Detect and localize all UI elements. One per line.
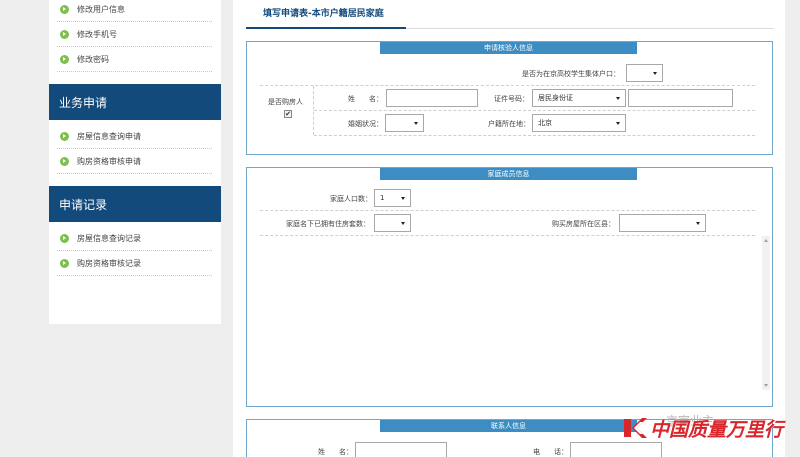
sidebar-section-heading: 业务申请 (49, 84, 221, 120)
scroll-up-icon[interactable] (764, 239, 768, 242)
sidebar-item-purchase-qualification-records[interactable]: 购房资格审核记录 (57, 251, 212, 276)
sidebar-item-edit-password[interactable]: 修改密码 (57, 47, 212, 72)
chevron-down-icon (616, 122, 620, 125)
sidebar-item-label: 修改用户信息 (77, 4, 125, 14)
marital-status-select[interactable] (385, 114, 424, 132)
owned-houses-select[interactable] (374, 214, 411, 232)
sidebar-item-label: 房屋信息查询申请 (77, 131, 141, 141)
family-population-label: 家庭人口数： (330, 195, 372, 203)
title-underline (246, 27, 406, 29)
row-divider (260, 85, 755, 86)
sidebar-item-purchase-qualification-apply[interactable]: 购房资格审核申请 (57, 149, 212, 174)
arrow-circle-icon (60, 258, 69, 268)
sidebar-item-label: 购房资格审核申请 (77, 156, 141, 166)
student-hukou-label: 是否为在京高校学生集体户口： (522, 70, 620, 78)
chevron-down-icon (414, 122, 418, 125)
family-scrollbar[interactable] (762, 236, 770, 390)
brand-logo: 中国质量万里行 (622, 412, 797, 444)
chevron-down-icon (653, 72, 657, 75)
is-buyer-checkbox[interactable]: ✔ (284, 110, 292, 118)
select-value: 居民身份证 (538, 94, 573, 102)
chevron-down-icon (401, 197, 405, 200)
family-panel (246, 167, 773, 407)
logo-name: 中国质量万里行 (650, 418, 784, 441)
district-label: 购买房屋所在区县： (552, 220, 615, 228)
sidebar-item-edit-phone[interactable]: 修改手机号 (57, 22, 212, 47)
select-value: 1 (380, 194, 385, 202)
contact-phone-label: 电 话： (533, 448, 568, 456)
district-select[interactable] (619, 214, 706, 232)
sidebar-item-label: 购房资格审核记录 (77, 258, 141, 268)
logo-mark-icon (622, 415, 648, 441)
scroll-down-icon[interactable] (764, 384, 768, 387)
marital-status-label: 婚姻状况： (348, 120, 383, 128)
sidebar-section-heading: 申请记录 (49, 186, 221, 222)
page-title: 填写申请表-本市户籍居民家庭 (263, 9, 384, 19)
is-buyer-label: 是否购房人 (268, 98, 303, 106)
student-hukou-select[interactable] (626, 64, 663, 82)
id-type-label: 证件号码： (494, 95, 529, 103)
sidebar-item-label: 修改密码 (77, 54, 109, 64)
row-divider (314, 110, 755, 111)
sidebar-item-house-query-apply[interactable]: 房屋信息查询申请 (57, 124, 212, 149)
contact-name-input[interactable] (355, 442, 447, 457)
check-icon: ✔ (285, 110, 291, 118)
arrow-circle-icon (60, 131, 69, 141)
arrow-circle-icon (60, 54, 69, 64)
id-number-input[interactable] (628, 89, 733, 107)
row-divider (260, 210, 755, 211)
sidebar-item-label: 修改手机号 (77, 29, 117, 39)
sidebar-item-edit-user-info[interactable]: 修改用户信息 (57, 0, 212, 22)
chevron-down-icon (401, 222, 405, 225)
arrow-circle-icon (60, 156, 69, 166)
row-divider (314, 135, 755, 136)
name-label: 姓 名： (348, 95, 383, 103)
id-type-select[interactable]: 居民身份证 (532, 89, 626, 107)
panel-heading: 联系人信息 (380, 420, 637, 432)
select-value: 北京 (538, 119, 552, 127)
sidebar-item-label: 房屋信息查询记录 (77, 233, 141, 243)
arrow-circle-icon (60, 29, 69, 39)
arrow-circle-icon (60, 4, 69, 14)
row-divider (260, 235, 755, 236)
owned-houses-label: 家庭名下已拥有住房套数： (286, 220, 370, 228)
contact-name-label: 姓 名： (318, 448, 353, 456)
name-input[interactable] (386, 89, 478, 107)
arrow-circle-icon (60, 233, 69, 243)
sidebar: 修改用户信息 修改手机号 修改密码 业务申请 房屋信息查询申请 购房资格审核申请… (49, 0, 221, 324)
panel-heading: 申请核验人信息 (380, 42, 637, 54)
hukou-label: 户籍所在地： (488, 120, 530, 128)
contact-phone-input[interactable] (570, 442, 662, 457)
chevron-down-icon (616, 97, 620, 100)
family-population-select[interactable]: 1 (374, 189, 411, 207)
sidebar-item-house-query-records[interactable]: 房屋信息查询记录 (57, 226, 212, 251)
panel-heading: 家庭成员信息 (380, 168, 637, 180)
chevron-down-icon (696, 222, 700, 225)
hukou-select[interactable]: 北京 (532, 114, 626, 132)
